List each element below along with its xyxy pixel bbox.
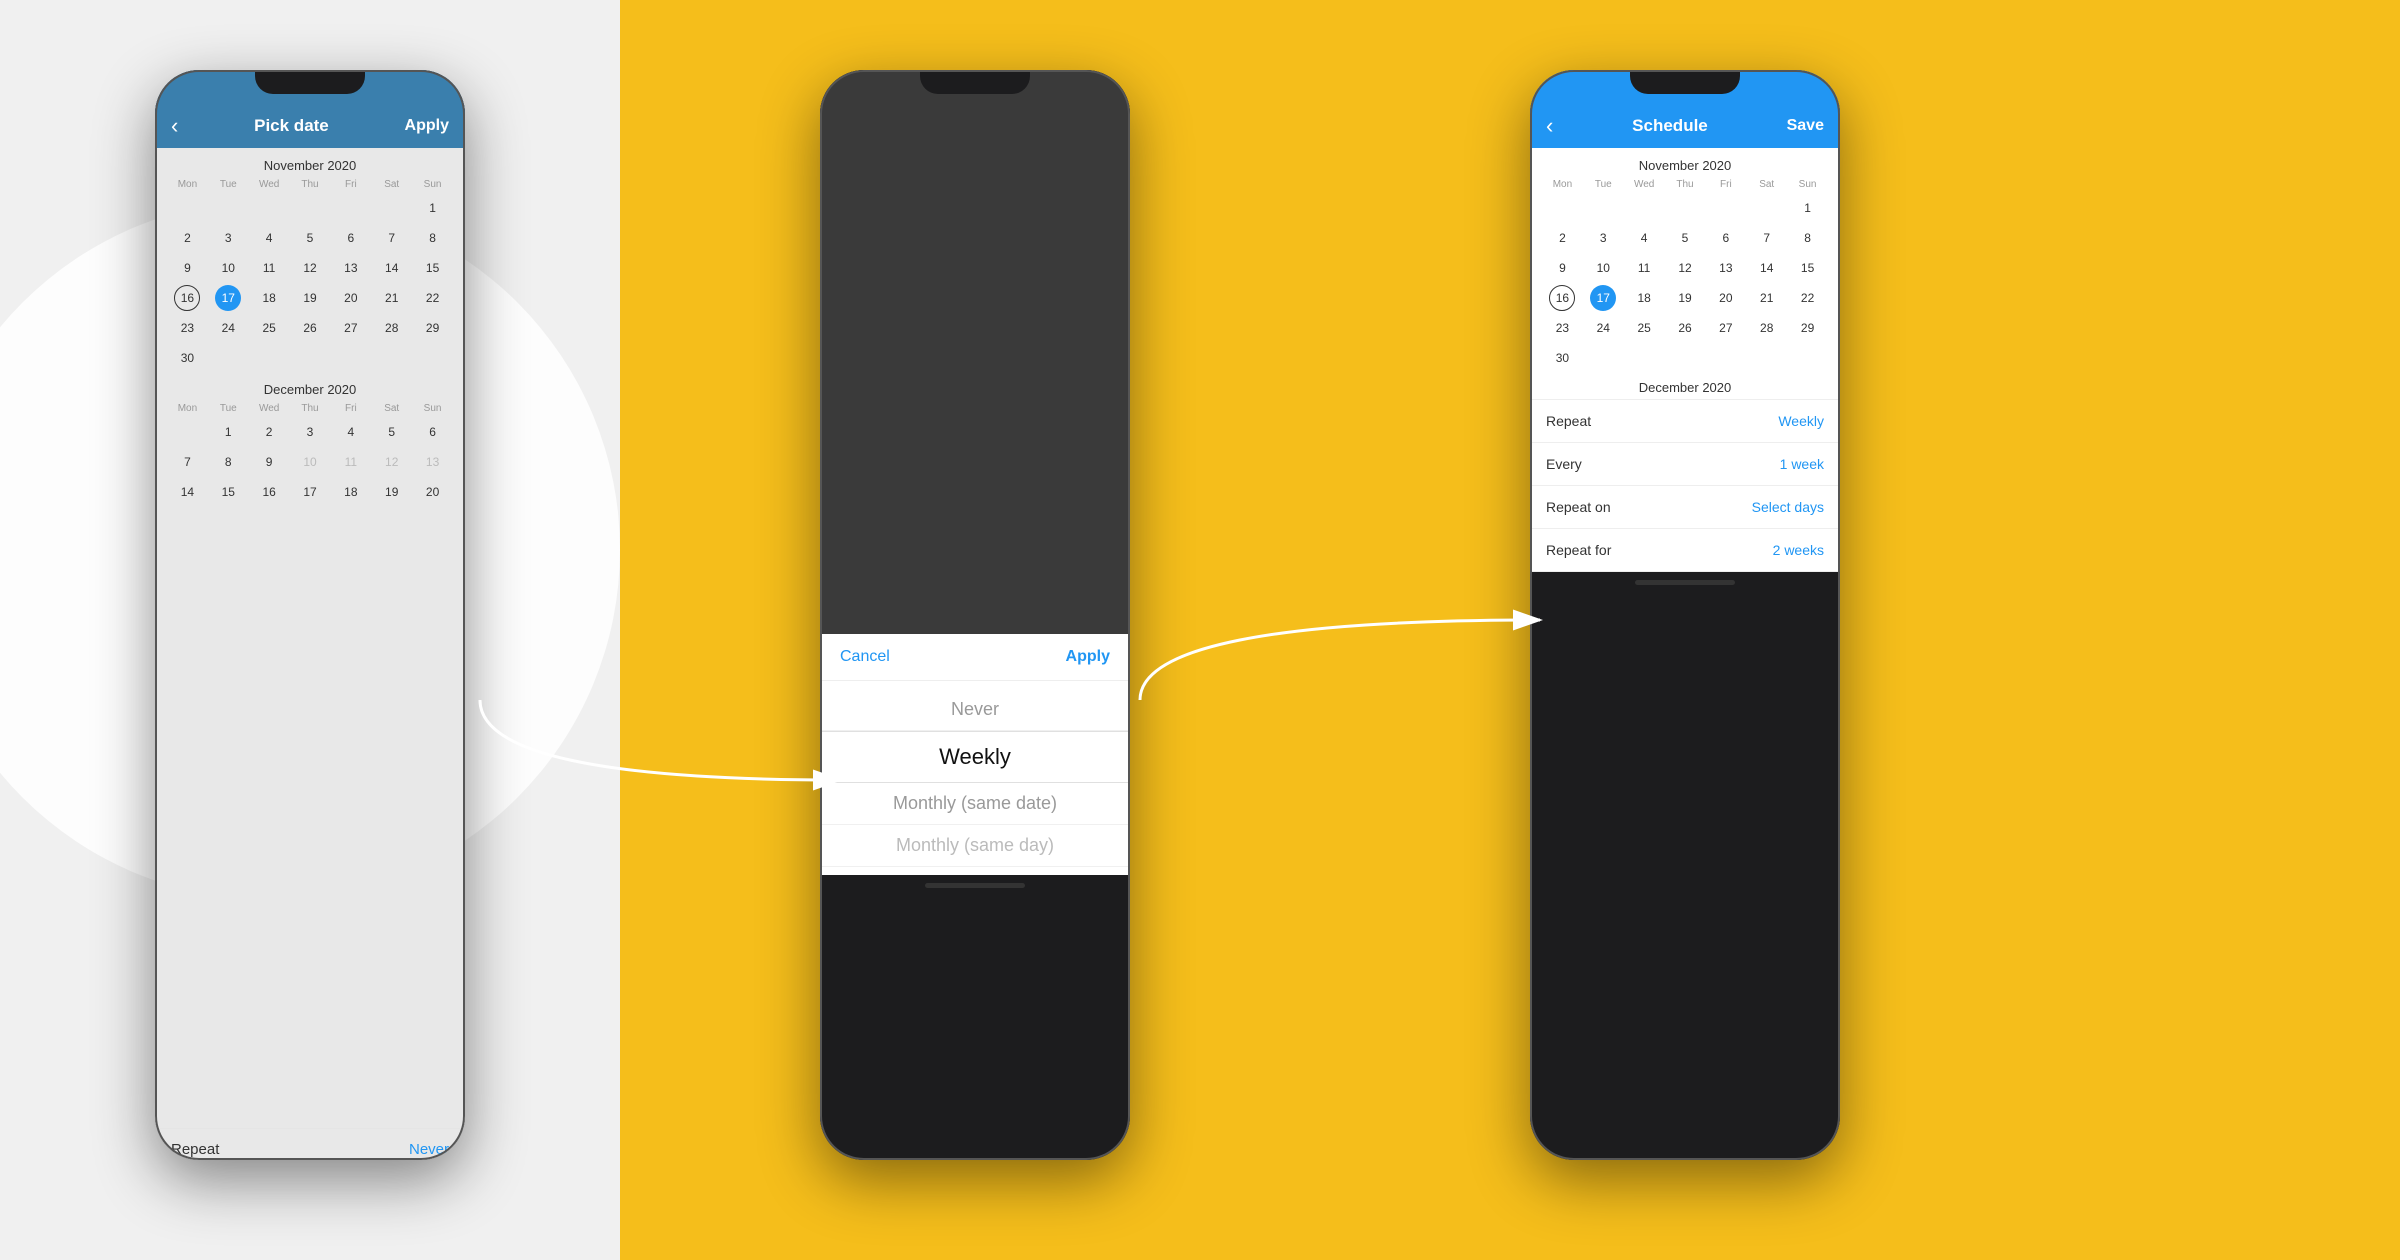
phone-1-notch [255,70,365,94]
phone-2-cancel-btn[interactable]: Cancel [840,648,890,666]
phone-3-screen: November 2020 MonTueWedThuFriSatSun 1 2 … [1530,148,1840,572]
phone-3-nov-weekdays: MonTueWedThuFriSatSun [1542,179,1828,194]
phone-1-bottom-row: Repeat Never [155,1128,465,1160]
schedule-row-every[interactable]: Every 1 week [1530,443,1840,486]
phone-2: Cancel Apply Never Weekly Monthly (same … [820,70,1130,1160]
phone-1-header: ‹ Pick date Apply [155,104,465,148]
schedule-row-repeat[interactable]: Repeat Weekly [1530,400,1840,443]
schedule-row-repeat-on[interactable]: Repeat on Select days [1530,486,1840,529]
phone-3-nov-calendar: November 2020 MonTueWedThuFriSatSun 1 2 … [1530,148,1840,372]
phone-1: ‹ Pick date Apply November 2020 MonTueWe… [155,70,465,1160]
schedule-every-value: 1 week [1780,456,1824,472]
schedule-repeat-for-label: Repeat for [1546,542,1611,558]
phone-1-nov-title: November 2020 [167,148,453,179]
phone-3-schedule-options: Repeat Weekly Every 1 week Repeat on Sel… [1530,399,1840,572]
phone-1-nov-weekdays: MonTueWedThuFriSatSun [167,179,453,194]
phone-1-dec-grid: 1 2 3 4 5 6 7 8 9 10 11 12 13 14 15 16 1… [167,418,453,506]
phone-3-notch [1630,70,1740,94]
phone-3-back-btn[interactable]: ‹ [1546,113,1553,139]
arrow-1-to-2 [470,680,850,800]
phone-2-dark-screen [820,104,1130,634]
phone-1-dec-calendar: December 2020 MonTueWedThuFriSatSun 1 2 … [155,372,465,506]
phone-3-title: Schedule [1632,116,1708,136]
schedule-repeat-value: Weekly [1778,413,1824,429]
phone-1-title: Pick date [254,116,329,136]
phone-3-nov-title: November 2020 [1542,148,1828,179]
phone-2-picker-options: Never Weekly Monthly (same date) Monthly… [820,681,1130,875]
phone-3-save-btn[interactable]: Save [1787,117,1824,135]
picker-option-never[interactable]: Never [820,689,1130,731]
picker-option-weekly[interactable]: Weekly [820,731,1130,783]
arrow-2-to-3 [1130,600,1550,720]
phone-2-apply-btn[interactable]: Apply [1066,648,1110,666]
phone-3-nov-grid: 1 2 3 4 5 6 7 8 9 10 11 12 13 14 15 16 [1542,194,1828,372]
phone-2-home-indicator [925,883,1025,888]
picker-option-monthly-day[interactable]: Monthly (same day) [820,825,1130,867]
phone-1-nov-grid: 1 2 3 4 5 6 7 8 9 10 11 12 13 14 15 16 [167,194,453,372]
schedule-repeat-label: Repeat [1546,413,1591,429]
phone-3-header: ‹ Schedule Save [1530,104,1840,148]
schedule-every-label: Every [1546,456,1582,472]
schedule-repeat-for-value: 2 weeks [1773,542,1824,558]
phone-2-picker-sheet: Cancel Apply Never Weekly Monthly (same … [820,634,1130,875]
phone-1-dec-title: December 2020 [167,372,453,403]
phone-3-home-indicator [1635,580,1735,585]
schedule-row-repeat-for[interactable]: Repeat for 2 weeks [1530,529,1840,572]
picker-option-monthly-date[interactable]: Monthly (same date) [820,783,1130,825]
phone-3: ‹ Schedule Save November 2020 MonTueWedT… [1530,70,1840,1160]
phone-1-screen: November 2020 MonTueWedThuFriSatSun 1 2 … [155,148,465,1128]
phone-1-nov-calendar: November 2020 MonTueWedThuFriSatSun 1 2 … [155,148,465,372]
schedule-repeat-on-label: Repeat on [1546,499,1611,515]
phone-2-picker-header: Cancel Apply [820,634,1130,681]
phone-1-back-btn[interactable]: ‹ [171,113,178,139]
schedule-repeat-on-value: Select days [1752,499,1824,515]
phone-2-notch [920,70,1030,94]
phone-1-apply-btn[interactable]: Apply [405,117,449,135]
phone-3-dec-title: December 2020 [1530,372,1840,399]
phone-1-dec-weekdays: MonTueWedThuFriSatSun [167,403,453,418]
